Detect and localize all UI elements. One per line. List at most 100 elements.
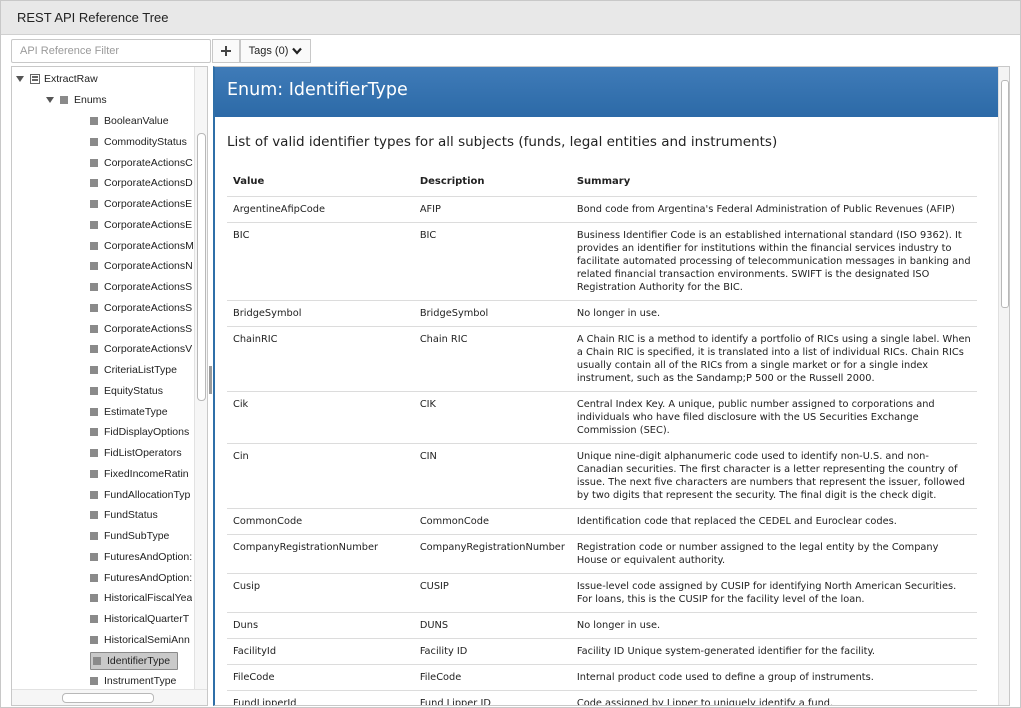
column-header-value: Value: [227, 170, 414, 197]
enum-icon: [90, 179, 98, 188]
scrollbar-thumb[interactable]: [1001, 80, 1009, 308]
cell-summary: Unique nine-digit alphanumeric code used…: [570, 443, 977, 509]
tree-item-enum[interactable]: CorporateActionsS: [90, 320, 202, 338]
cell-summary: Identification code that replaced the CE…: [570, 508, 977, 535]
cell-description: CIN: [413, 443, 571, 509]
cell-value: FacilityId: [227, 638, 414, 665]
tree-item-enum[interactable]: FidDisplayOptions: [90, 423, 202, 441]
table-row: ArgentineAfipCode AFIP Bond code from Arge…: [227, 196, 977, 223]
cell-description: AFIP: [413, 196, 571, 223]
tree-item-label: FidDisplayOptions: [104, 426, 190, 439]
tree-item-enum[interactable]: CorporateActionsV: [90, 340, 202, 358]
enum-icon: [90, 635, 98, 644]
tree-node-label: Enums: [74, 94, 107, 106]
tree-item-enum[interactable]: FuturesAndOption:: [90, 569, 202, 587]
table-row: Cik CIK Central Index Key. A unique, publi…: [227, 391, 977, 444]
cell-value: ChainRIC: [227, 326, 414, 392]
tree-item-label: CorporateActionsS: [104, 301, 193, 314]
enum-icon: [90, 532, 98, 540]
tree-item-label: CorporateActionsD: [104, 177, 193, 190]
tree-item-enum[interactable]: FundAllocationTyp: [90, 486, 202, 504]
content-vertical-scrollbar[interactable]: [998, 67, 1009, 705]
api-reference-tree: ExtractRaw Enums BooleanValue CommoditySt…: [11, 66, 208, 706]
cell-summary: No longer in use.: [570, 612, 977, 639]
tags-dropdown-button[interactable]: Tags (0): [240, 39, 311, 63]
tree-item-label: CorporateActionsE: [104, 218, 193, 231]
cell-value: FundLipperId: [227, 690, 414, 705]
tree-item-label: CorporateActionsN: [104, 260, 193, 273]
tree-item-enum[interactable]: FixedIncomeRatin: [90, 465, 202, 483]
cell-description: Fund Lipper ID: [413, 690, 571, 705]
cell-value: Cik: [227, 391, 414, 444]
table-row: Duns DUNS No longer in use.: [227, 612, 977, 639]
tree-horizontal-scrollbar[interactable]: [12, 689, 207, 705]
enum-icon: [90, 117, 98, 125]
tree-item-enum[interactable]: CorporateActionsS: [90, 278, 202, 296]
tree-item-label: CorporateActionsV: [104, 343, 193, 356]
enum-icon: [90, 490, 98, 499]
cell-summary: Business Identifier Code is an establish…: [570, 222, 977, 301]
tree-item-enum[interactable]: IdentifierType: [90, 651, 178, 670]
tree-item-label: CommodityStatus: [104, 135, 187, 148]
tree-item-enum[interactable]: CorporateActionsC: [90, 154, 202, 172]
tree-item-enum[interactable]: HistoricalFiscalYea: [90, 589, 202, 607]
tree-node-label: ExtractRaw: [44, 73, 98, 85]
tree-item-enum[interactable]: FundSubType: [90, 527, 202, 545]
tree-node-enums[interactable]: Enums: [46, 91, 107, 109]
tree-item-enum[interactable]: FidListOperators: [90, 444, 202, 462]
scrollbar-thumb[interactable]: [62, 693, 154, 703]
tree-item-label: HistoricalFiscalYea: [104, 592, 193, 605]
tree-item-enum[interactable]: InstrumentType: [90, 672, 202, 690]
window-title: REST API Reference Tree: [17, 10, 169, 25]
tree-item-enum[interactable]: CriteriaListType: [90, 361, 202, 379]
tree-item-enum[interactable]: CorporateActionsN: [90, 257, 202, 275]
tree-item-enum[interactable]: CorporateActionsE: [90, 216, 202, 234]
tree-item-enum[interactable]: CommodityStatus: [90, 133, 202, 151]
enum-icon: [90, 324, 98, 333]
cell-value: Cusip: [227, 573, 414, 613]
tree-item-enum[interactable]: BooleanValue: [90, 112, 202, 130]
tree-item-label: CorporateActionsM: [104, 239, 194, 252]
tree-item-enum[interactable]: EquityStatus: [90, 382, 202, 400]
tree-item-label: FuturesAndOption:: [104, 571, 193, 584]
add-button[interactable]: [212, 39, 240, 63]
title-bar: REST API Reference Tree: [1, 1, 1020, 35]
tree-item-label: FixedIncomeRatin: [104, 467, 189, 480]
cell-description: CompanyRegistrationNumber: [413, 534, 571, 574]
expand-arrow-icon[interactable]: [46, 97, 54, 103]
tree-item-label: CorporateActionsE: [104, 198, 193, 210]
tree-item-enum[interactable]: EstimateType: [90, 403, 202, 421]
tree-item-label: EquityStatus: [104, 384, 163, 397]
table-row: FileCode FileCode Internal product code us…: [227, 664, 977, 691]
tree-item-enum[interactable]: CorporateActionsE: [90, 195, 202, 213]
enum-values-table: Value Description Summary ArgentineAfipC…: [227, 170, 977, 705]
tree-item-enum[interactable]: HistoricalSemiAnn: [90, 631, 202, 649]
tree-item-enum[interactable]: CorporateActionsS: [90, 299, 202, 317]
scrollbar-thumb[interactable]: [197, 133, 206, 401]
tags-label: Tags (0): [248, 45, 289, 57]
plus-icon: [221, 46, 231, 56]
splitter-grip[interactable]: [209, 366, 212, 394]
enum-icon: [90, 594, 98, 603]
expand-arrow-icon[interactable]: [16, 76, 24, 82]
table-row: FundLipperId Fund Lipper ID Code assigned …: [227, 690, 977, 705]
tree-item-label: CorporateActionsS: [104, 281, 193, 293]
tree-item-label: FundAllocationTyp: [104, 488, 191, 501]
cell-summary: Central Index Key. A unique, public numb…: [570, 391, 977, 444]
enum-icon: [90, 262, 98, 271]
enum-icon: [90, 573, 98, 582]
content-panel: Enum: IdentifierType List of valid ident…: [213, 66, 1010, 706]
page-title: Enum: IdentifierType: [227, 80, 408, 100]
tree-vertical-scrollbar[interactable]: [194, 67, 207, 689]
tree-node-extractraw[interactable]: ExtractRaw: [16, 70, 98, 88]
enum-icon: [90, 200, 98, 208]
tree-item-enum[interactable]: FundStatus: [90, 506, 202, 524]
tree-item-enum[interactable]: CorporateActionsM: [90, 237, 202, 255]
cell-description: BridgeSymbol: [413, 300, 571, 327]
enum-icon: [90, 220, 98, 229]
api-reference-filter-input[interactable]: [11, 39, 211, 63]
tree-item-label: CriteriaListType: [104, 364, 177, 376]
tree-item-enum[interactable]: HistoricalQuarterT: [90, 610, 202, 628]
tree-item-enum[interactable]: FuturesAndOption:: [90, 548, 202, 566]
tree-item-enum[interactable]: CorporateActionsD: [90, 174, 202, 192]
